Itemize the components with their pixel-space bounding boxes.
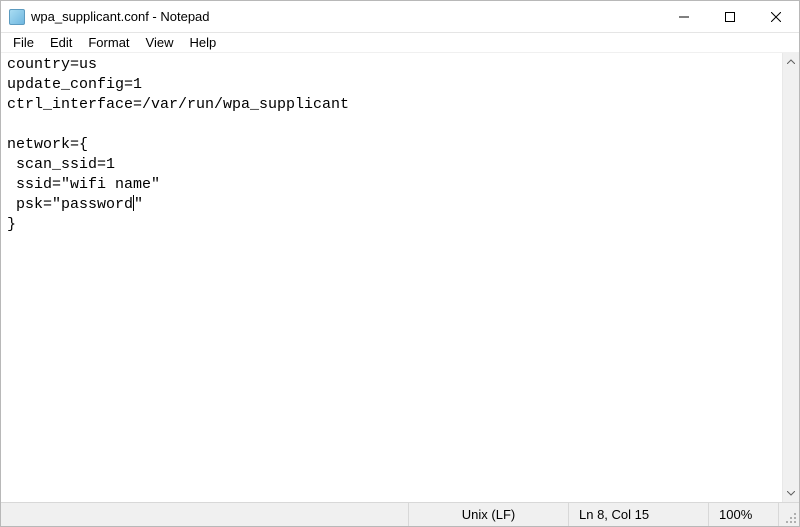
maximize-button[interactable] (707, 1, 753, 32)
menu-help[interactable]: Help (181, 34, 224, 51)
status-line-ending: Unix (LF) (409, 503, 569, 526)
editor-area: country=us update_config=1 ctrl_interfac… (1, 53, 799, 502)
window-title: wpa_supplicant.conf - Notepad (31, 9, 661, 24)
status-bar: Unix (LF) Ln 8, Col 15 100% (1, 502, 799, 526)
menu-view[interactable]: View (138, 34, 182, 51)
minimize-button[interactable] (661, 1, 707, 32)
title-bar: wpa_supplicant.conf - Notepad (1, 1, 799, 33)
close-button[interactable] (753, 1, 799, 32)
scroll-down-button[interactable] (783, 485, 799, 502)
text-editor[interactable]: country=us update_config=1 ctrl_interfac… (1, 53, 782, 502)
menu-format[interactable]: Format (80, 34, 137, 51)
menu-bar: File Edit Format View Help (1, 33, 799, 53)
window-controls (661, 1, 799, 32)
menu-file[interactable]: File (5, 34, 42, 51)
menu-edit[interactable]: Edit (42, 34, 80, 51)
status-cursor-position: Ln 8, Col 15 (569, 503, 709, 526)
notepad-icon (9, 9, 25, 25)
vertical-scrollbar[interactable] (782, 53, 799, 502)
status-zoom: 100% (709, 503, 779, 526)
scrollbar-track[interactable] (783, 70, 799, 485)
resize-grip[interactable] (779, 503, 799, 526)
status-spacer (1, 503, 409, 526)
scroll-up-button[interactable] (783, 53, 799, 70)
